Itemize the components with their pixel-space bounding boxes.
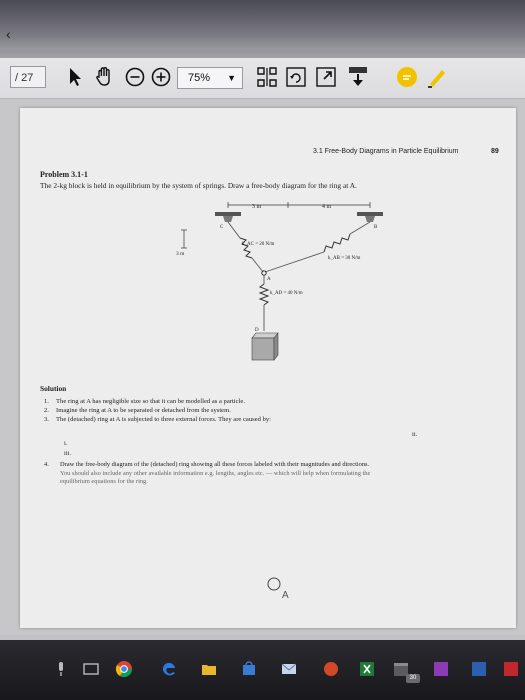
ring-a — [261, 270, 267, 276]
dim-4m-top: 4 m — [322, 204, 332, 210]
k-ac-label: k_AC = 20 N/m — [242, 242, 275, 247]
k-ad-label: k_AD = 40 N/m — [270, 291, 303, 296]
step4-line2: You should also include any other availa… — [60, 469, 371, 477]
list-item: 2. Imagine the ring at A to be separated … — [44, 407, 231, 414]
step-number: 4. — [44, 461, 49, 468]
label-d: D — [255, 328, 259, 333]
microphone-icon[interactable] — [52, 660, 70, 678]
block-2kg — [251, 332, 279, 361]
zoom-in-icon[interactable] — [148, 64, 174, 90]
spring-ad — [258, 275, 270, 331]
label-c: C — [220, 225, 224, 230]
edge-icon[interactable] — [160, 660, 178, 678]
roman-iii: iii. — [64, 450, 72, 457]
zoom-out-icon[interactable] — [122, 64, 148, 90]
step4-line3: equilibrium equations for the ring. — [60, 478, 148, 485]
list-item: 3. The (detached) ring at A is subjected … — [44, 416, 272, 423]
rotate-icon[interactable] — [283, 64, 309, 90]
step-text: The ring at A has negligible size so tha… — [56, 398, 245, 405]
fit-page-icon[interactable] — [254, 64, 280, 90]
label-a: A — [267, 277, 271, 282]
chevron-down-icon: ▼ — [227, 73, 236, 83]
comment-icon[interactable] — [394, 64, 420, 90]
spring-ac — [227, 221, 264, 273]
handwritten-ring-a: A — [267, 577, 289, 601]
chrome-icon[interactable] — [115, 660, 133, 678]
taskbar: 30 — [0, 640, 525, 700]
spring-system-figure: 3 m 4 m 3 m C B k_AC = 20 N/m k_AB = 30 … — [176, 202, 383, 361]
hand-icon[interactable] — [91, 64, 117, 90]
step4-line1: Draw the free-body diagram of the (detac… — [60, 461, 370, 468]
handwritten-label: A — [282, 590, 289, 601]
fullscreen-icon[interactable] — [313, 64, 339, 90]
section-header: 3.1 Free-Body Diagrams in Particle Equil… — [313, 148, 459, 155]
onenote-icon[interactable] — [432, 660, 450, 678]
app-icon[interactable] — [322, 660, 340, 678]
zoom-value: 75% — [188, 72, 211, 84]
spring-ab — [264, 221, 371, 273]
problem-title: Problem 3.1-1 — [40, 170, 88, 179]
roman-i: i. — [64, 440, 68, 447]
file-explorer-icon[interactable] — [200, 660, 218, 678]
notification-badge: 30 — [406, 674, 420, 683]
label-b: B — [374, 225, 378, 230]
dim-3m-side: 3 m — [176, 251, 185, 257]
browser-top-strip: ‹ — [0, 0, 525, 50]
k-ab-label: k_AB = 30 N/m — [328, 256, 361, 261]
ceiling-support-left — [215, 212, 241, 222]
dim-3m-top: 3 m — [252, 204, 262, 210]
excel-icon[interactable] — [358, 660, 376, 678]
step-text: The (detached) ring at A is subjected to… — [56, 416, 272, 423]
mail-icon[interactable] — [280, 660, 298, 678]
dimension-lines — [181, 202, 371, 249]
ceiling-support-right — [357, 212, 383, 222]
page-number: 89 — [491, 148, 499, 155]
step-text: Imagine the ring at A to be separated or… — [56, 407, 231, 414]
select-arrow-icon[interactable] — [62, 64, 88, 90]
zoom-select[interactable]: 75% ▼ — [177, 67, 243, 89]
store-icon[interactable] — [240, 660, 258, 678]
page-count[interactable]: / 27 — [10, 66, 46, 88]
task-view-icon[interactable] — [82, 660, 100, 678]
acrobat-icon[interactable] — [502, 660, 520, 678]
solution-section: Solution 1. The ring at A has negligible … — [40, 384, 271, 424]
back-glyph[interactable]: ‹ — [6, 26, 11, 42]
pdf-toolbar: / 27 75% ▼ — [0, 58, 525, 99]
list-item: 1. The ring at A has negligible size so t… — [44, 398, 245, 405]
roman-ii: ii. — [412, 431, 418, 438]
problem-text: The 2-kg block is held in equilibrium by… — [40, 181, 357, 190]
solution-steps: 1. The ring at A has negligible size so t… — [40, 397, 271, 424]
word-icon[interactable] — [470, 660, 488, 678]
highlight-pen-icon[interactable] — [424, 64, 450, 90]
photo-screen: ‹ / 27 75% ▼ 3.1 Free-Body Diagrams in P… — [0, 0, 525, 700]
solution-step-4: 4. Draw the free-body diagram of the (de… — [44, 461, 500, 487]
download-icon[interactable] — [345, 64, 371, 90]
solution-title: Solution — [40, 384, 67, 393]
